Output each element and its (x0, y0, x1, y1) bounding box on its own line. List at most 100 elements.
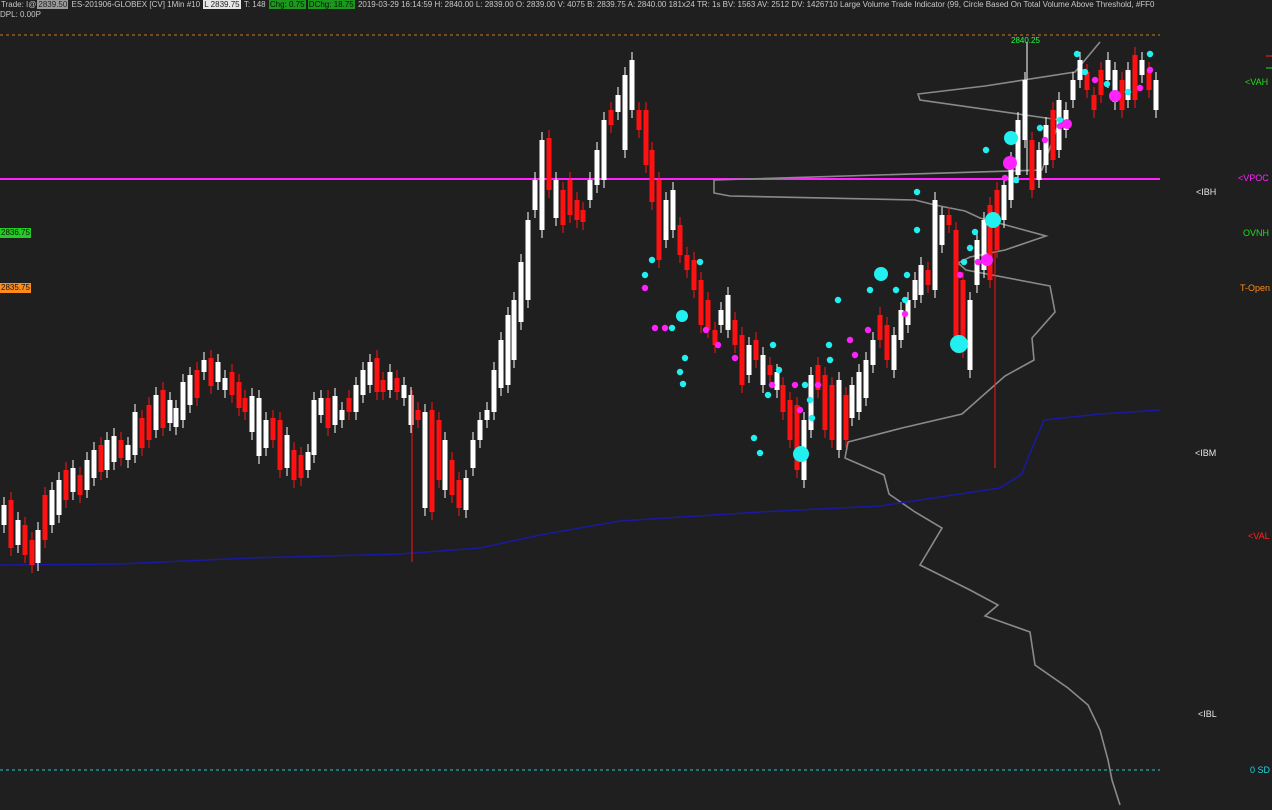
candle-body (1105, 60, 1111, 80)
candle-body (925, 270, 931, 285)
candle-body (77, 475, 83, 495)
candle-body (29, 540, 35, 565)
candle-body (891, 335, 897, 370)
dpl-label: DPL: 0.00P (0, 10, 41, 19)
volume-dot-magenta (641, 284, 649, 292)
price-chart[interactable] (0, 0, 1272, 810)
volume-dot-cyan (756, 449, 764, 457)
candle-body (918, 265, 924, 295)
candle-body (436, 420, 442, 480)
candle-body (49, 490, 55, 525)
candle-body (429, 410, 435, 512)
candle-body (298, 455, 304, 478)
candle-body (539, 140, 545, 230)
vah-label: <VAH (1245, 77, 1269, 87)
candle-body (836, 380, 842, 450)
candle-body (574, 200, 580, 220)
candle-body (518, 262, 524, 322)
candle-body (829, 385, 835, 440)
candle-body (843, 395, 849, 440)
volume-dot-cyan (801, 381, 809, 389)
volume-dot-large-magenta (1062, 119, 1072, 129)
candle-body (484, 410, 490, 420)
candle-body (1029, 140, 1035, 190)
candle-body (967, 300, 973, 370)
ibm-label: <IBM (1195, 448, 1217, 458)
volume-dot-magenta (731, 354, 739, 362)
candle-body (208, 358, 214, 386)
candle-body (698, 280, 704, 325)
volume-dot-large-cyan (793, 446, 809, 462)
volume-dot-cyan (982, 146, 990, 154)
candle-body (463, 478, 469, 510)
volume-dot-magenta (702, 326, 710, 334)
candle-body (401, 385, 407, 398)
candle-body (718, 310, 724, 325)
val-label: <VAL (1248, 531, 1270, 541)
vwap-line (0, 409, 1161, 566)
volume-dot-cyan (901, 296, 909, 304)
candle-body (353, 385, 359, 412)
change-box: Chg: 0.75 (268, 0, 306, 9)
candle-body (753, 340, 759, 360)
volume-dot-cyan (679, 380, 687, 388)
volume-dot-magenta (796, 406, 804, 414)
candle-body (822, 375, 828, 430)
volume-dot-cyan (769, 341, 777, 349)
candle-body (608, 110, 614, 125)
candle-body (305, 452, 311, 470)
candle-body (580, 210, 586, 222)
candle-body (691, 260, 697, 290)
candle-body (1070, 80, 1076, 100)
volume-dot-magenta (1091, 76, 1099, 84)
volume-dot-magenta (1001, 174, 1009, 182)
candle-body (42, 495, 48, 540)
candle-body (774, 372, 780, 390)
candle-body (201, 360, 207, 372)
bar-details: 2019-03-29 16:14:59 H: 2840.00 L: 2839.0… (357, 0, 1155, 9)
volume-dot-magenta (864, 326, 872, 334)
candle-body (277, 420, 283, 470)
volume-dot-cyan (825, 341, 833, 349)
candle-body (187, 375, 193, 405)
volume-dot-magenta (901, 310, 909, 318)
candle-body (1098, 70, 1104, 95)
candle-body (953, 230, 959, 345)
symbol-label[interactable]: ES-201906-GLOBEX [CV] 1Min #10 (71, 0, 202, 9)
candle-body (470, 440, 476, 468)
candle-body (118, 440, 124, 458)
volume-dot-cyan (808, 414, 816, 422)
ovnh-price-tag: 2836.75 (0, 228, 31, 238)
candle-body (263, 420, 269, 448)
vwap-polyline (0, 409, 1161, 566)
volume-dot-cyan (764, 391, 772, 399)
candle-body (870, 340, 876, 365)
candle-body (760, 355, 766, 385)
candle-body (291, 450, 297, 480)
candle-body (746, 345, 752, 375)
volume-dot-cyan (1073, 50, 1081, 58)
candle-body (677, 225, 683, 255)
candle-body (84, 460, 90, 490)
candle-body (180, 382, 186, 420)
candle-body (22, 525, 28, 555)
tick-count: T: 148 (243, 0, 266, 9)
volume-dot-magenta (661, 324, 669, 332)
ovnh-label: OVNH (1243, 228, 1270, 238)
volume-dot-large-magenta (981, 254, 993, 266)
candle-body (946, 215, 952, 225)
candle-body (104, 440, 110, 470)
candlesticks (1, 42, 1159, 573)
candle-body (1043, 125, 1049, 165)
volume-dot-magenta (1136, 84, 1144, 92)
candle-body (98, 445, 104, 472)
candle-body (912, 280, 918, 300)
candle-body (532, 180, 538, 210)
candle-body (242, 398, 248, 412)
volume-dot-magenta (851, 351, 859, 359)
candle-body (311, 400, 317, 455)
candle-body (229, 372, 235, 395)
candle-body (636, 110, 642, 130)
candle-body (505, 315, 511, 385)
candle-body (1015, 120, 1021, 175)
